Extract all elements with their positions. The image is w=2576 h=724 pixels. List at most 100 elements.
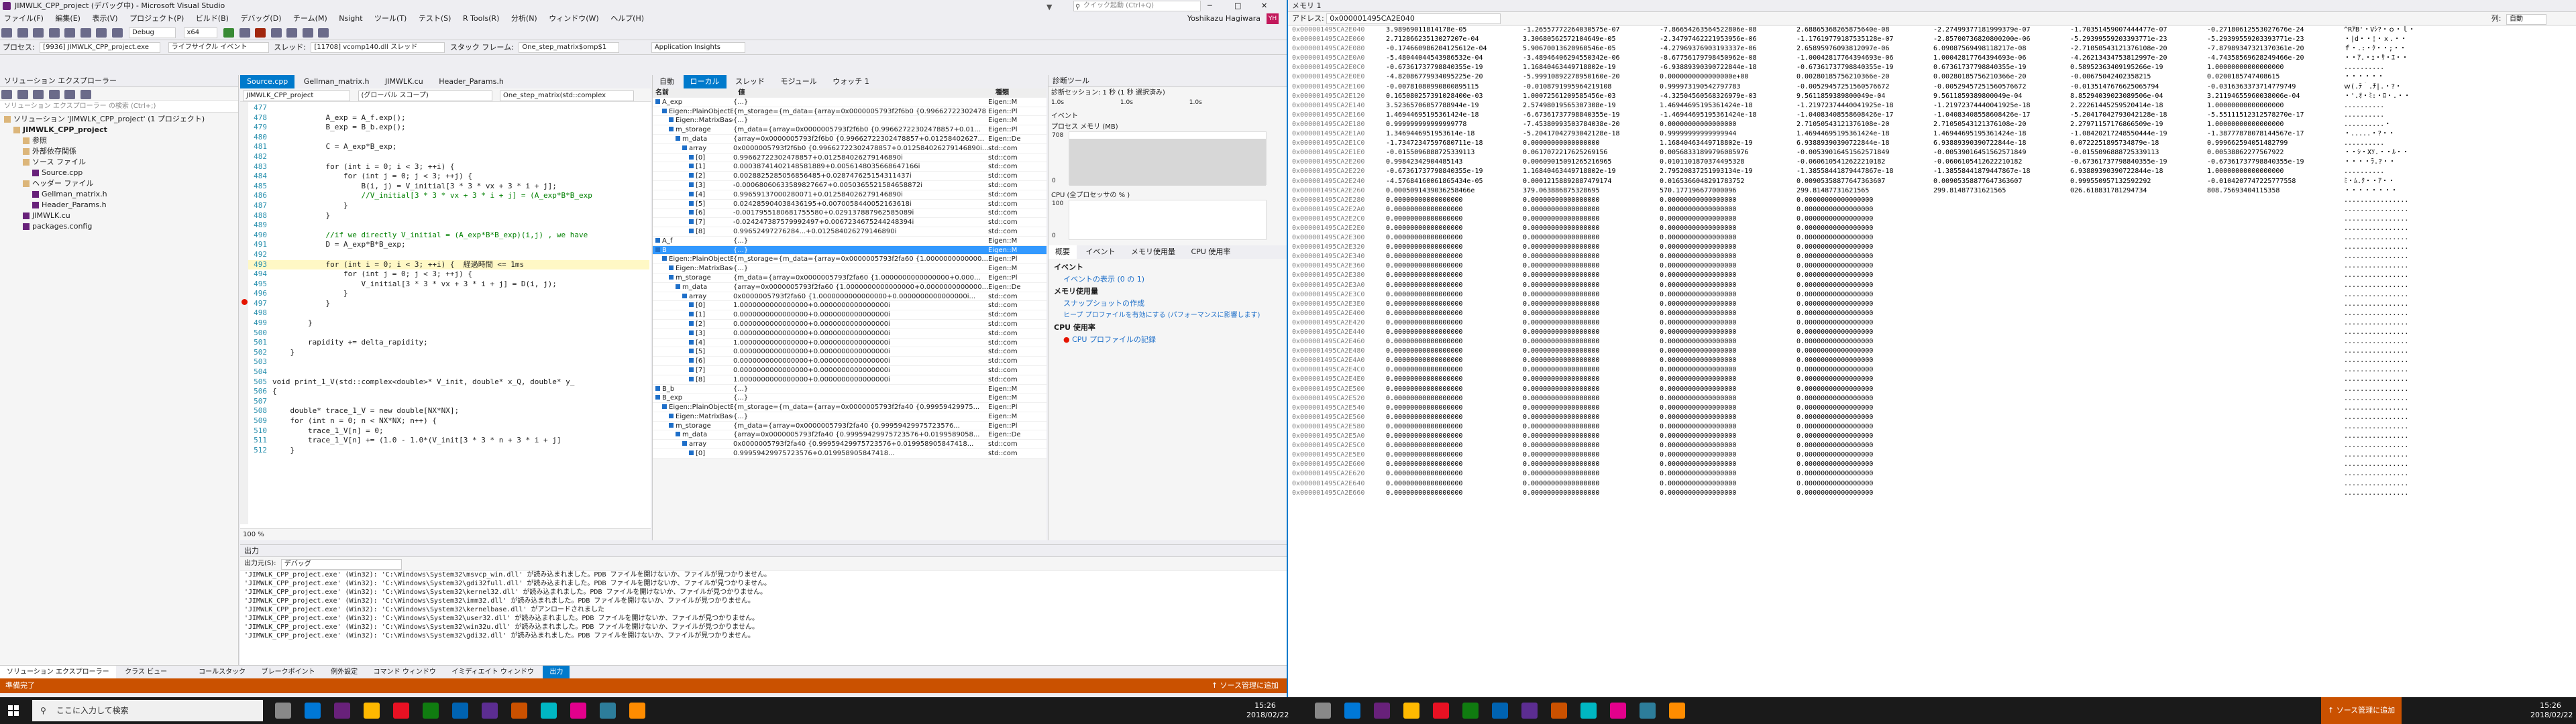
- nav-project-combo[interactable]: JIMWLK_CPP_project: [243, 90, 350, 101]
- terminal-icon[interactable]: [541, 703, 557, 719]
- memory-row[interactable]: 0x000001495CA2E440 0.00000000000000000 0.0…: [1288, 328, 2576, 337]
- new-project-icon[interactable]: [33, 28, 44, 38]
- locals-row[interactable]: [3] 0.0000000000000000+0.0000000000000000…: [653, 329, 1046, 339]
- step-out-icon[interactable]: [318, 28, 329, 38]
- word-icon[interactable]: [1492, 703, 1508, 719]
- minimize-button[interactable]: ─: [1208, 0, 1212, 12]
- memory-row[interactable]: 0x000001495CA2E160 1.46944695195361424e-1…: [1288, 111, 2576, 120]
- memory-row[interactable]: 0x000001495CA2E140 3.52365706057788944e-1…: [1288, 101, 2576, 111]
- memory-row[interactable]: 0x000001495CA2E480 0.00000000000000000 0.0…: [1288, 347, 2576, 356]
- memory-grid[interactable]: 0x000001495CA2E040 3.98969011814178e-05 -1…: [1288, 25, 2576, 695]
- locals-row[interactable]: [4] 1.0000000000000000+0.0000000000000000…: [653, 339, 1046, 348]
- tab-summary[interactable]: 概要: [1049, 245, 1077, 259]
- memory-row[interactable]: 0x000001495CA2E4A0 0.00000000000000000 0.0…: [1288, 356, 2576, 365]
- memory-row[interactable]: 0x000001495CA2E240 -4.57684160061865434e-…: [1288, 177, 2576, 186]
- header-name[interactable]: 名前: [655, 88, 736, 97]
- memory-row[interactable]: 0x000001495CA2E3C0 0.00000000000000000 0.0…: [1288, 290, 2576, 300]
- lifecycle-button[interactable]: ライフサイクル イベント: [168, 42, 269, 53]
- memory-row[interactable]: 0x000001495CA2E640 0.00000000000000000 0.0…: [1288, 479, 2576, 489]
- memory-row[interactable]: 0x000001495CA2E4E0 0.00000000000000000 0.0…: [1288, 375, 2576, 384]
- memory-row[interactable]: 0x000001495CA2E320 0.00000000000000000 0.0…: [1288, 243, 2576, 252]
- close-button[interactable]: ✕: [1261, 0, 1267, 12]
- memory-row[interactable]: 0x000001495CA2E300 0.00000000000000000 0.0…: [1288, 233, 2576, 243]
- menu-analyze[interactable]: 分析(N): [511, 14, 537, 23]
- menu-window[interactable]: ウィンドウ(W): [549, 14, 598, 23]
- memory-row[interactable]: 0x000001495CA2E080 -0.174660986204125612e…: [1288, 44, 2576, 54]
- solution-tree-item[interactable]: 参照: [0, 135, 238, 146]
- locals-row[interactable]: [6] 0.0000000000000000+0.0000000000000000…: [653, 357, 1046, 366]
- locals-row[interactable]: [7] 0.0000000000000000+0.0000000000000000…: [653, 366, 1046, 375]
- code-line[interactable]: 502 }: [248, 348, 649, 358]
- solution-tree-item[interactable]: 外部依存関係: [0, 146, 238, 157]
- locals-row[interactable]: Eigen::PlainObjectBase{m_storage={m_data…: [653, 403, 1046, 412]
- breakpoint-icon[interactable]: [241, 299, 248, 305]
- code-line[interactable]: 501 rapidity += delta_rapidity;: [248, 338, 649, 348]
- memory-row[interactable]: 0x000001495CA2E5C0 0.00000000000000000 0.0…: [1288, 441, 2576, 450]
- code-line[interactable]: 509 for (int n = 0; n < NX*NX; n++) {: [248, 416, 649, 426]
- memory-row[interactable]: 0x000001495CA2E0A0 -5.48044044543986532e-…: [1288, 54, 2576, 63]
- tab-breakpoints[interactable]: ブレークポイント: [255, 666, 322, 679]
- tab-source-cpp[interactable]: Source.cpp: [240, 75, 295, 88]
- memory-row[interactable]: 0x000001495CA2E0C0 -0.67361737798840355e-…: [1288, 63, 2576, 72]
- maximize-button[interactable]: □: [1234, 0, 1241, 12]
- vs-code-icon[interactable]: [482, 703, 498, 719]
- terminal-icon[interactable]: [1580, 703, 1597, 719]
- matlab-icon[interactable]: [511, 703, 527, 719]
- memory-row[interactable]: 0x000001495CA2E3E0 0.00000000000000000 0.0…: [1288, 300, 2576, 309]
- solution-search-input[interactable]: ソリューション エクスプローラー の検索 (Ctrl+;): [0, 101, 238, 113]
- memory-row[interactable]: 0x000001495CA2E500 0.00000000000000000 0.0…: [1288, 385, 2576, 394]
- mathematica-icon[interactable]: [629, 703, 645, 719]
- locals-row[interactable]: Eigen::PlainObjectBase{m_storage={m_data…: [653, 255, 1046, 265]
- memory-row[interactable]: 0x000001495CA2E280 0.00000000000000000 0.0…: [1288, 196, 2576, 205]
- code-line[interactable]: 479 B_exp = B_b.exp();: [248, 123, 649, 133]
- locals-row[interactable]: [2] 0.0000000000000000+0.0000000000000000…: [653, 320, 1046, 329]
- locals-row[interactable]: Eigen::MatrixBase<E...{...} Eigen::M: [653, 264, 1046, 274]
- taskbar-search-input[interactable]: ⚲ ここに入力して検索: [32, 700, 263, 721]
- forward-icon[interactable]: [17, 28, 28, 38]
- memory-row[interactable]: 0x000001495CA2E100 -0.0078108099080089511…: [1288, 82, 2576, 92]
- solution-tree-item[interactable]: ソース ファイル: [0, 157, 238, 168]
- snapshot-link[interactable]: スナップショットの作成: [1054, 298, 1281, 310]
- word-icon[interactable]: [452, 703, 468, 719]
- events-item[interactable]: イベントの表示 (0 の 1): [1054, 274, 1281, 286]
- menu-team[interactable]: チーム(M): [293, 14, 327, 23]
- locals-row[interactable]: [4] 0.99659137000280071+0.012584026279146…: [653, 190, 1046, 200]
- locals-row[interactable]: Eigen::MatrixBase<E...{...} Eigen::M: [653, 412, 1046, 422]
- locals-row[interactable]: array 0x0000005793f2fa40 {0.9995942997572…: [653, 440, 1046, 450]
- menu-edit[interactable]: 編集(E): [55, 14, 80, 23]
- memory-row[interactable]: 0x000001495CA2E460 0.00000000000000000 0.0…: [1288, 337, 2576, 347]
- menu-file[interactable]: ファイル(F): [4, 14, 44, 23]
- step-over-icon[interactable]: [286, 28, 297, 38]
- restart-icon[interactable]: [270, 28, 282, 38]
- memory-graph[interactable]: 708 0: [1052, 131, 1267, 186]
- code-line[interactable]: 499 }: [248, 318, 649, 328]
- locals-row[interactable]: [5] 0.0000000000000000+0.0000000000000000…: [653, 347, 1046, 357]
- memory-row[interactable]: 0x000001495CA2E2E0 0.00000000000000000 0.0…: [1288, 224, 2576, 233]
- code-line[interactable]: 505 void print_1_V(std::complex<double>* …: [248, 377, 649, 387]
- code-line[interactable]: 483 for (int i = 0; i < 3; ++i) {: [248, 162, 649, 172]
- right-clock[interactable]: 15:26 2018/02/22: [2530, 701, 2573, 720]
- tab-gellman-matrix[interactable]: Gellman_matrix.h: [297, 75, 376, 88]
- memory-row[interactable]: 0x000001495CA2E660 0.00000000000000000 0.0…: [1288, 489, 2576, 498]
- locals-row[interactable]: [6] -0.0017955180681755580+0.029137887962…: [653, 208, 1046, 219]
- home-icon[interactable]: [1, 90, 12, 99]
- memory-row[interactable]: 0x000001495CA2E0E0 -4.82086779934095225e-…: [1288, 72, 2576, 82]
- stack-frame-combo[interactable]: One_step_matrix$omp$1: [519, 42, 620, 53]
- properties-icon[interactable]: [80, 90, 91, 99]
- locals-row[interactable]: array 0x0000005793f2f6b0 {0.9966272230247…: [653, 144, 1046, 154]
- tab-watch1[interactable]: ウォッチ 1: [826, 75, 876, 88]
- outlook-icon[interactable]: [1640, 703, 1656, 719]
- menu-project[interactable]: プロジェクト(P): [129, 14, 184, 23]
- source-control-button[interactable]: ↑ ソース管理に追加: [1212, 678, 1279, 693]
- header-type[interactable]: 種類: [996, 88, 1036, 97]
- code-line[interactable]: 484 for (int j = 0; j < 3; ++j) {: [248, 172, 649, 182]
- right-source-control[interactable]: ↑ ソース管理に追加: [2321, 697, 2402, 724]
- memory-row[interactable]: 0x000001495CA2E5A0 0.00000000000000000 0.0…: [1288, 432, 2576, 441]
- code-line[interactable]: 493 for (int i = 0; i < 3; ++i) { 経過時間 <…: [248, 259, 649, 270]
- memory-row[interactable]: 0x000001495CA2E580 0.00000000000000000 0.0…: [1288, 422, 2576, 432]
- show-all-icon[interactable]: [64, 90, 75, 99]
- locals-row[interactable]: B_b {...} Eigen::M: [653, 385, 1046, 394]
- nav-func-combo[interactable]: One_step_matrix(std::complex: [500, 90, 634, 101]
- tab-exception-settings[interactable]: 例外設定: [324, 666, 364, 679]
- heap-profile-link[interactable]: ヒープ プロファイルを有効にする (パフォーマンスに影響します): [1054, 310, 1281, 322]
